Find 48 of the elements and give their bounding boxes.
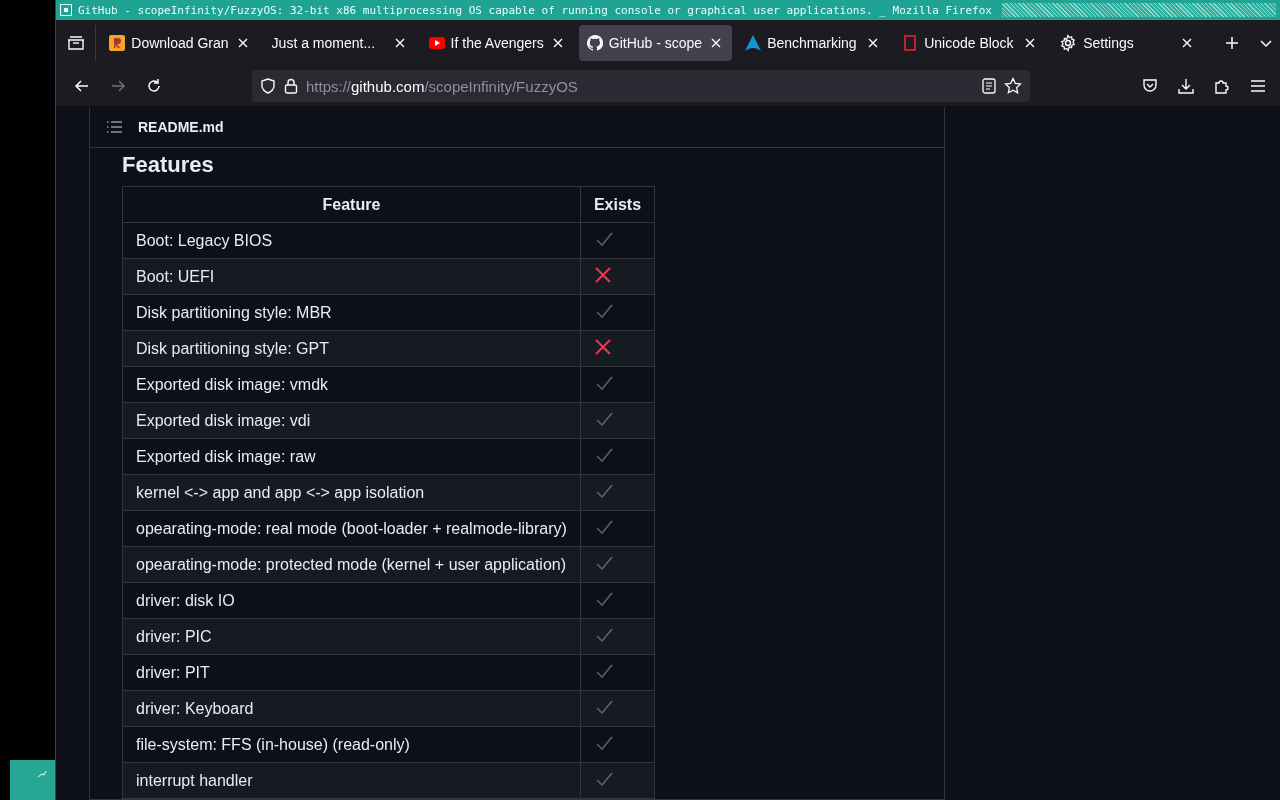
browser-tab[interactable]: Benchmarking (737, 25, 890, 61)
bracket-icon (902, 35, 919, 51)
table-cell: opearating-mode: real mode (boot-loader + realmode-library) (122, 510, 581, 547)
table-cell: Exported disk image: vmdk (122, 366, 581, 403)
url-text: https://github.com/scopeInfinity/FuzzyOS (306, 77, 579, 95)
cat-icon (586, 35, 603, 51)
column-header: Exists (580, 186, 655, 223)
arrow-left-icon (74, 78, 90, 94)
window-title: GitHub - scopeInfinity/FuzzyOS: 32-bit x86 multiprocessing OS capable of running console or graphical user applications. _ Mozilla Firefox (78, 3, 992, 17)
table-cell: Disk partitioning style: GPT (122, 330, 581, 367)
browser-tab[interactable]: If the Avengers (420, 25, 574, 61)
table-cell: Boot: UEFI (122, 258, 581, 295)
table-cell: driver: disk IO (122, 582, 581, 619)
section-heading: Features (122, 152, 215, 178)
tray-icon (67, 35, 86, 51)
shield-icon (260, 78, 276, 94)
browser-tab[interactable]: Download Gran (101, 25, 259, 61)
browser-tab[interactable]: Just a moment... (263, 25, 416, 61)
table-cell: kernel <-> app and app <-> app isolation (122, 474, 581, 511)
app-icon (37, 770, 47, 778)
table-cell: Exported disk image: vdi (122, 402, 581, 439)
browser-tab[interactable]: GitHub - scope (578, 25, 733, 61)
table-cell: Disk partitioning style: MBR (122, 294, 581, 331)
browser-tab[interactable]: Unicode Block (894, 25, 1047, 61)
settings-icon (1059, 34, 1078, 52)
table-cell: Exported disk image: raw (122, 438, 581, 475)
table-cell: driver: PIC (122, 618, 581, 655)
address-bar[interactable]: https://github.com/scopeInfinity/FuzzyOS (252, 70, 1030, 102)
file-name: README.md (138, 119, 224, 135)
table-cell: file-system: FFS (in-house) (read-only) (122, 726, 581, 763)
play-icon (428, 37, 445, 49)
outline-icon[interactable] (106, 121, 122, 133)
table-cell: driver: Keyboard (122, 690, 581, 727)
plus-icon (1224, 35, 1241, 51)
table-cell: opearating-mode: protected mode (kernel + user application) (122, 546, 581, 583)
arrow-right-icon (110, 78, 126, 94)
table-cell: Boot: Legacy BIOS (122, 222, 581, 259)
reader-view-icon[interactable] (982, 78, 996, 94)
table-cell: interrupt handler (122, 762, 581, 799)
table-cell: driver: PIT (122, 654, 581, 691)
letter-r-icon (109, 35, 126, 51)
column-header: Feature (122, 186, 581, 223)
star-icon[interactable] (1004, 77, 1022, 95)
lock-icon (284, 78, 298, 94)
window-icon (60, 4, 72, 16)
triangle-icon (745, 35, 762, 51)
reload-icon (146, 78, 162, 94)
browser-tab[interactable]: Settings (1051, 25, 1204, 61)
